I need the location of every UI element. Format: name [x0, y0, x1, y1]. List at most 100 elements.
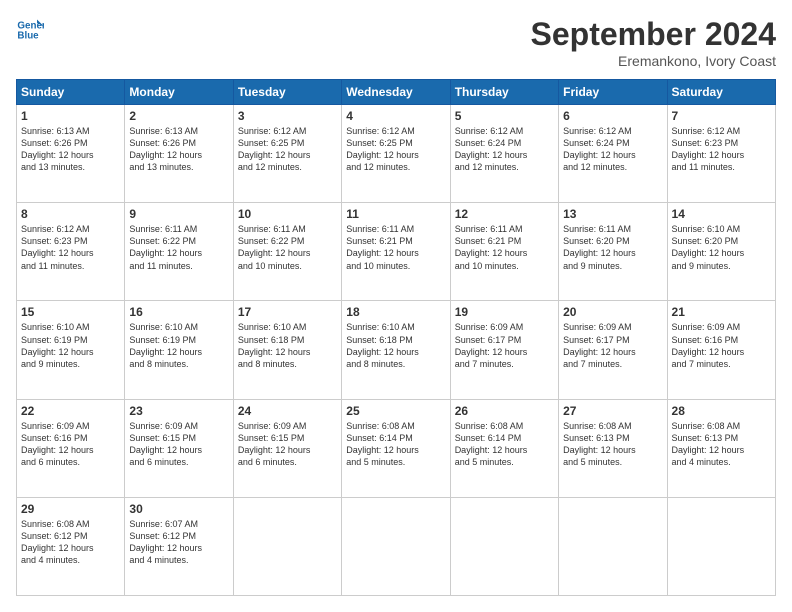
day-number: 30	[129, 502, 228, 516]
day-number: 10	[238, 207, 337, 221]
day-number: 1	[21, 109, 120, 123]
day-number: 12	[455, 207, 554, 221]
calendar-cell: 12 Sunrise: 6:11 AM Sunset: 6:21 PM Dayli…	[450, 203, 558, 301]
calendar-cell: 17Sunrise: 6:10 AM Sunset: 6:18 PM Dayli…	[233, 301, 341, 399]
calendar-week-5: 29 Sunrise: 6:08 AM Sunset: 6:12 PM Dayli…	[17, 497, 776, 595]
day-number: 21	[672, 305, 771, 319]
cell-info: Sunrise: 6:09 AM Sunset: 6:15 PM Dayligh…	[238, 420, 337, 469]
cell-info: Sunrise: 6:12 AM Sunset: 6:23 PM Dayligh…	[672, 125, 771, 174]
calendar-cell: 16 Sunrise: 6:10 AM Sunset: 6:19 PM Dayli…	[125, 301, 233, 399]
cell-info: Sunrise: 6:10 AM Sunset: 6:19 PM Dayligh…	[21, 321, 120, 370]
cell-info: Sunrise: 6:12 AM Sunset: 6:25 PM Dayligh…	[238, 125, 337, 174]
day-number: 3	[238, 109, 337, 123]
calendar-cell: 26 Sunrise: 6:08 AM Sunset: 6:14 PM Dayli…	[450, 399, 558, 497]
calendar-cell: 20Sunrise: 6:09 AM Sunset: 6:17 PM Dayli…	[559, 301, 667, 399]
cell-info: Sunrise: 6:10 AM Sunset: 6:20 PM Dayligh…	[672, 223, 771, 272]
calendar: SundayMondayTuesdayWednesdayThursdayFrid…	[16, 79, 776, 596]
day-header-friday: Friday	[559, 80, 667, 105]
cell-info: Sunrise: 6:08 AM Sunset: 6:14 PM Dayligh…	[455, 420, 554, 469]
day-number: 22	[21, 404, 120, 418]
day-number: 23	[129, 404, 228, 418]
logo-icon: General Blue	[16, 16, 44, 44]
calendar-cell: 27 Sunrise: 6:08 AM Sunset: 6:13 PM Dayli…	[559, 399, 667, 497]
calendar-cell	[450, 497, 558, 595]
day-number: 25	[346, 404, 445, 418]
day-number: 11	[346, 207, 445, 221]
calendar-cell	[559, 497, 667, 595]
calendar-cell: 1 Sunrise: 6:13 AM Sunset: 6:26 PM Daylig…	[17, 105, 125, 203]
calendar-cell: 9 Sunrise: 6:11 AM Sunset: 6:22 PM Daylig…	[125, 203, 233, 301]
calendar-cell: 7 Sunrise: 6:12 AM Sunset: 6:23 PM Daylig…	[667, 105, 775, 203]
calendar-week-3: 15 Sunrise: 6:10 AM Sunset: 6:19 PM Dayli…	[17, 301, 776, 399]
cell-info: Sunrise: 6:11 AM Sunset: 6:20 PM Dayligh…	[563, 223, 662, 272]
cell-info: Sunrise: 6:07 AM Sunset: 6:12 PM Dayligh…	[129, 518, 228, 567]
cell-info: Sunrise: 6:13 AM Sunset: 6:26 PM Dayligh…	[21, 125, 120, 174]
logo: General Blue	[16, 16, 44, 44]
day-header-monday: Monday	[125, 80, 233, 105]
cell-info: Sunrise: 6:10 AM Sunset: 6:19 PM Dayligh…	[129, 321, 228, 370]
title-block: September 2024 Eremankono, Ivory Coast	[531, 16, 776, 69]
day-number: 6	[563, 109, 662, 123]
day-header-saturday: Saturday	[667, 80, 775, 105]
cell-info: Sunrise: 6:11 AM Sunset: 6:21 PM Dayligh…	[455, 223, 554, 272]
cell-info: Sunrise: 6:11 AM Sunset: 6:21 PM Dayligh…	[346, 223, 445, 272]
day-number: 26	[455, 404, 554, 418]
calendar-week-1: 1 Sunrise: 6:13 AM Sunset: 6:26 PM Daylig…	[17, 105, 776, 203]
calendar-cell	[667, 497, 775, 595]
day-number: 4	[346, 109, 445, 123]
calendar-cell: 10Sunrise: 6:11 AM Sunset: 6:22 PM Dayli…	[233, 203, 341, 301]
calendar-cell: 21 Sunrise: 6:09 AM Sunset: 6:16 PM Dayli…	[667, 301, 775, 399]
day-number: 2	[129, 109, 228, 123]
calendar-cell: 25Sunrise: 6:08 AM Sunset: 6:14 PM Dayli…	[342, 399, 450, 497]
day-number: 9	[129, 207, 228, 221]
calendar-cell: 8Sunrise: 6:12 AM Sunset: 6:23 PM Daylig…	[17, 203, 125, 301]
day-header-wednesday: Wednesday	[342, 80, 450, 105]
day-header-tuesday: Tuesday	[233, 80, 341, 105]
day-number: 29	[21, 502, 120, 516]
day-number: 15	[21, 305, 120, 319]
cell-info: Sunrise: 6:12 AM Sunset: 6:25 PM Dayligh…	[346, 125, 445, 174]
day-number: 28	[672, 404, 771, 418]
cell-info: Sunrise: 6:12 AM Sunset: 6:24 PM Dayligh…	[455, 125, 554, 174]
calendar-cell: 6 Sunrise: 6:12 AM Sunset: 6:24 PM Daylig…	[559, 105, 667, 203]
cell-info: Sunrise: 6:09 AM Sunset: 6:15 PM Dayligh…	[129, 420, 228, 469]
calendar-cell: 13 Sunrise: 6:11 AM Sunset: 6:20 PM Dayli…	[559, 203, 667, 301]
cell-info: Sunrise: 6:11 AM Sunset: 6:22 PM Dayligh…	[129, 223, 228, 272]
cell-info: Sunrise: 6:09 AM Sunset: 6:16 PM Dayligh…	[672, 321, 771, 370]
calendar-cell: 22Sunrise: 6:09 AM Sunset: 6:16 PM Dayli…	[17, 399, 125, 497]
calendar-cell: 11 Sunrise: 6:11 AM Sunset: 6:21 PM Dayli…	[342, 203, 450, 301]
calendar-cell: 24 Sunrise: 6:09 AM Sunset: 6:15 PM Dayli…	[233, 399, 341, 497]
cell-info: Sunrise: 6:12 AM Sunset: 6:24 PM Dayligh…	[563, 125, 662, 174]
day-number: 5	[455, 109, 554, 123]
calendar-cell: 19Sunrise: 6:09 AM Sunset: 6:17 PM Dayli…	[450, 301, 558, 399]
calendar-cell: 4 Sunrise: 6:12 AM Sunset: 6:25 PM Daylig…	[342, 105, 450, 203]
cell-info: Sunrise: 6:08 AM Sunset: 6:13 PM Dayligh…	[672, 420, 771, 469]
calendar-cell: 15 Sunrise: 6:10 AM Sunset: 6:19 PM Dayli…	[17, 301, 125, 399]
header: General Blue September 2024 Eremankono, …	[16, 16, 776, 69]
cell-info: Sunrise: 6:10 AM Sunset: 6:18 PM Dayligh…	[346, 321, 445, 370]
calendar-cell	[233, 497, 341, 595]
calendar-cell: 2 Sunrise: 6:13 AM Sunset: 6:26 PM Daylig…	[125, 105, 233, 203]
calendar-cell: 14 Sunrise: 6:10 AM Sunset: 6:20 PM Dayli…	[667, 203, 775, 301]
calendar-cell: 30 Sunrise: 6:07 AM Sunset: 6:12 PM Dayli…	[125, 497, 233, 595]
cell-info: Sunrise: 6:08 AM Sunset: 6:13 PM Dayligh…	[563, 420, 662, 469]
calendar-cell	[342, 497, 450, 595]
day-header-sunday: Sunday	[17, 80, 125, 105]
cell-info: Sunrise: 6:13 AM Sunset: 6:26 PM Dayligh…	[129, 125, 228, 174]
day-number: 13	[563, 207, 662, 221]
day-number: 16	[129, 305, 228, 319]
calendar-cell: 18Sunrise: 6:10 AM Sunset: 6:18 PM Dayli…	[342, 301, 450, 399]
day-number: 7	[672, 109, 771, 123]
svg-text:Blue: Blue	[17, 30, 39, 41]
calendar-cell: 29 Sunrise: 6:08 AM Sunset: 6:12 PM Dayli…	[17, 497, 125, 595]
day-number: 24	[238, 404, 337, 418]
calendar-cell: 23 Sunrise: 6:09 AM Sunset: 6:15 PM Dayli…	[125, 399, 233, 497]
day-number: 27	[563, 404, 662, 418]
day-number: 17	[238, 305, 337, 319]
day-header-thursday: Thursday	[450, 80, 558, 105]
day-number: 14	[672, 207, 771, 221]
cell-info: Sunrise: 6:08 AM Sunset: 6:12 PM Dayligh…	[21, 518, 120, 567]
location: Eremankono, Ivory Coast	[531, 53, 776, 69]
days-header-row: SundayMondayTuesdayWednesdayThursdayFrid…	[17, 80, 776, 105]
cell-info: Sunrise: 6:09 AM Sunset: 6:17 PM Dayligh…	[563, 321, 662, 370]
